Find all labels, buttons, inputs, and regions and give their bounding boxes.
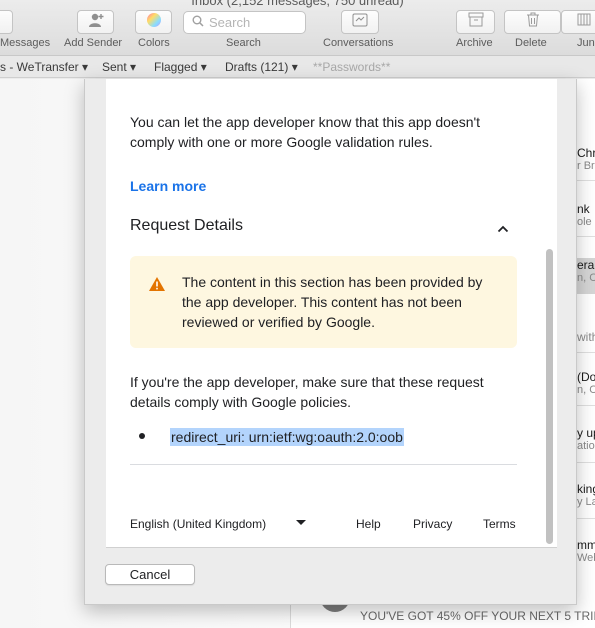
list-item[interactable]: (Do n, C [577,370,595,396]
window-title: Inbox (2,152 messages, 750 unread) [191,0,404,8]
favorite-sent[interactable]: Sent ▾ [102,60,136,74]
list-item[interactable]: with [577,330,595,344]
colors-button[interactable] [135,10,172,34]
add-sender-label: Add Sender [64,37,123,49]
terms-link[interactable]: Terms [483,517,516,531]
junk-icon [576,12,592,32]
request-details-heading: Request Details [130,217,243,234]
archive-icon [468,12,484,32]
archive-button[interactable] [456,10,495,34]
add-person-icon [87,12,105,33]
list-item[interactable]: nk ole [577,202,592,228]
add-sender-button[interactable] [77,10,114,34]
delete-label: Delete [515,37,547,49]
favorite-flagged[interactable]: Flagged ▾ [154,60,207,74]
list-item[interactable]: y upatio [577,426,595,452]
oauth-sheet: You can let the app developer know that … [84,79,577,605]
conversations-icon [352,13,368,32]
warning-icon [148,276,166,297]
learn-more-link[interactable]: Learn more [130,178,206,194]
divider [130,464,517,465]
help-link[interactable]: Help [356,517,381,531]
scrollbar-thumb[interactable] [546,249,553,544]
developer-note-text: If you're the app developer, make sure t… [130,374,484,410]
messages-label: Messages [0,37,51,49]
conversations-button[interactable] [341,10,379,34]
favorites-bar: s - WeTransfer ▾ Sent ▾ Flagged ▾ Drafts… [0,56,595,78]
get-messages-button[interactable] [0,10,13,34]
bullet-point [139,433,145,439]
delete-button[interactable] [504,10,561,34]
junk-label: Jun [577,37,595,49]
redirect-uri-text: redirect_uri: urn:ietf:wg:oauth:2.0:oob [170,428,404,446]
colors-label: Colors [138,37,170,49]
dropdown-caret-icon[interactable] [296,520,306,525]
privacy-link[interactable]: Privacy [413,517,452,531]
cancel-button[interactable]: Cancel [105,564,195,585]
warning-text: The content in this section has been pro… [182,274,483,330]
junk-button[interactable] [561,10,595,34]
google-web-view: You can let the app developer know that … [106,79,557,548]
language-selector[interactable]: English (United Kingdom) [130,517,266,531]
list-item[interactable]: Chrir Bri [577,146,595,172]
favorite-wetransfer[interactable]: s - WeTransfer ▾ [0,60,88,74]
favorite-passwords[interactable]: **Passwords** [313,60,390,74]
trash-icon [526,12,540,32]
color-wheel-icon [146,12,162,33]
chevron-up-icon[interactable] [497,220,509,238]
developer-content-warning: The content in this section has been pro… [130,256,517,348]
list-item-selected[interactable]: eraln, C [577,258,595,294]
mail-toolbar: Inbox (2,152 messages, 750 unread) Messa… [0,0,595,56]
list-item[interactable]: mmWeb [577,538,595,564]
list-item[interactable]: kingy La [577,482,595,508]
conversations-label: Conversations [323,37,394,49]
search-label: Search [226,37,261,49]
search-placeholder: Search [209,15,251,30]
search-field[interactable]: Search [183,11,306,34]
promo-preview-text: YOU'VE GOT 45% OFF YOUR NEXT 5 TRIP [360,609,595,623]
search-icon [192,15,204,30]
favorite-drafts[interactable]: Drafts (121) ▾ [225,60,298,74]
archive-label: Archive [456,37,493,49]
validation-intro-text: You can let the app developer know that … [130,114,481,150]
